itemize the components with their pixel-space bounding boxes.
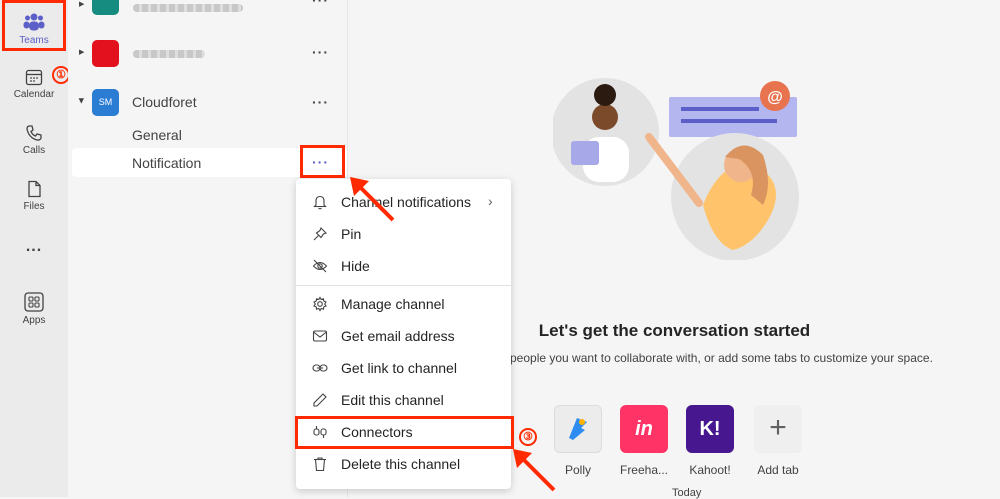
redacted-team-name [133,50,205,58]
eye-slash-icon [312,259,328,273]
more-options-icon[interactable]: ··· [312,44,329,60]
menu-item-manage-channel[interactable]: Manage channel [296,289,511,319]
menu-divider [296,285,511,286]
date-divider-today: Today [672,487,702,499]
add-tab-button[interactable]: + [754,405,802,453]
menu-item-label: Get email address [341,328,455,344]
menu-item-label: Pin [341,226,362,242]
pin-icon [313,227,327,241]
rail-item-more[interactable]: ... [0,238,68,256]
rail-item-apps[interactable]: Apps [0,292,68,326]
rail-label-calls: Calls [22,145,46,156]
more-options-icon[interactable]: ··· [312,94,329,110]
menu-item-get-link-to-channel[interactable]: Get link to channel [296,353,511,383]
menu-item-hide[interactable]: Hide [296,251,511,281]
apps-icon [24,292,44,312]
channel-notification[interactable]: Notification [132,155,201,171]
team-avatar [92,0,119,15]
empty-state-subline: people you want to collaborate with, or … [510,351,933,365]
menu-item-label: Delete this channel [341,456,461,472]
rail-label-teams: Teams [19,35,49,46]
chevron-right-icon: › [488,193,493,209]
freehand-app-label: Freeha... [619,463,669,477]
file-icon [28,180,41,198]
more-icon: ... [25,238,43,255]
conversation-illustration: @ [553,78,799,260]
pencil-icon [313,393,327,407]
svg-text:@: @ [767,89,783,106]
rail-label-calendar: Calendar [13,89,55,100]
menu-item-label: Get link to channel [341,360,457,376]
kahoot-app-label: Kahoot! [689,463,731,477]
menu-item-edit-this-channel[interactable]: Edit this channel [296,385,511,415]
highlight-box-more [300,145,345,178]
channel-general[interactable]: General [132,127,182,143]
add-tab-label: Add tab [757,463,799,477]
team-avatar [92,40,119,67]
expand-caret-icon: ▶ [79,1,85,8]
menu-item-get-email-address[interactable]: Get email address [296,321,511,351]
highlight-box-connectors [295,416,514,449]
rail-item-calls[interactable]: Calls [0,124,68,156]
team-avatar: SM [92,89,119,116]
team-row-hidden-2[interactable]: ▶ ··· [68,36,347,68]
teams-icon [23,13,45,31]
more-options-icon[interactable]: ··· [312,0,329,8]
link-icon [312,364,328,372]
rail-label-apps: Apps [22,315,46,326]
rail-item-teams[interactable]: Teams [0,12,68,46]
freehand-app-tile[interactable]: in [620,405,668,453]
menu-item-delete-this-channel[interactable]: Delete this channel [296,449,511,479]
arrow-annotation-3 [513,449,556,492]
expand-caret-icon: ▶ [79,49,85,56]
trash-icon [314,457,326,472]
phone-icon [26,125,42,141]
redacted-team-name [133,4,243,12]
arrow-annotation-2 [350,177,395,222]
menu-item-label: Edit this channel [341,392,444,408]
menu-item-label: Manage channel [341,296,445,312]
menu-item-label: Hide [341,258,370,274]
envelope-icon [312,330,328,342]
gear-icon [313,296,327,312]
kahoot-app-tile[interactable]: K! [686,405,734,453]
bell-icon [313,195,327,210]
team-name: Cloudforet [132,94,197,110]
rail-item-files[interactable]: Files [0,180,68,212]
rail-label-files: Files [23,201,45,212]
team-row-hidden-1[interactable]: ▶ ··· [68,0,347,20]
team-row-cloudforet[interactable]: ▶ SM Cloudforet ··· [68,88,347,120]
calendar-icon [25,69,43,86]
collapse-caret-icon: ▶ [77,98,85,104]
